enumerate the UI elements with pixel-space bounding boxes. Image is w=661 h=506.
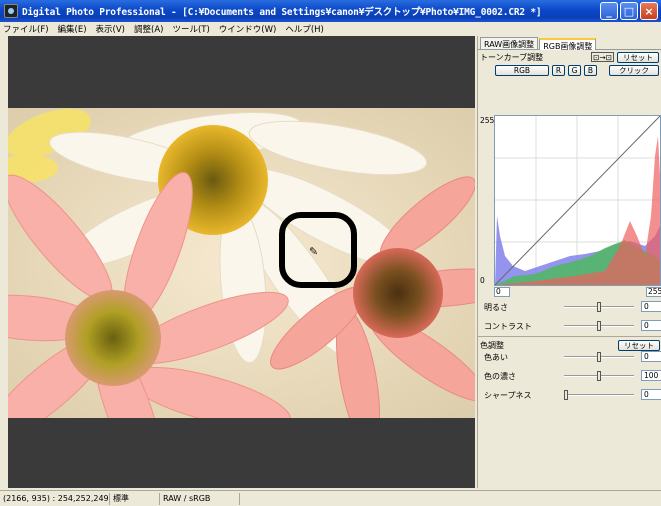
menu-file[interactable]: ファイル(F) bbox=[3, 23, 49, 35]
contrast-row: コントラスト 0 bbox=[484, 319, 661, 333]
photo-preview[interactable]: ✎ bbox=[8, 108, 475, 418]
curve-output-min-label: 0 bbox=[480, 276, 485, 285]
minimize-button[interactable]: _ bbox=[600, 2, 618, 20]
contrast-label: コントラスト bbox=[484, 321, 532, 331]
curve-copy-icon[interactable]: ⊡→⊡ bbox=[591, 52, 614, 62]
close-button[interactable]: × bbox=[640, 2, 658, 20]
flower-photo bbox=[8, 108, 475, 418]
contrast-slider[interactable] bbox=[597, 321, 601, 331]
curve-output-max-label: 255 bbox=[480, 116, 495, 125]
title-bar: Digital Photo Professional - [C:¥Documen… bbox=[0, 0, 661, 22]
tone-curve-graph[interactable] bbox=[494, 115, 661, 286]
hue-value[interactable]: 0 bbox=[641, 351, 661, 362]
tone-curve-reset-button[interactable]: リセット bbox=[617, 51, 659, 63]
app-icon bbox=[4, 4, 18, 18]
status-style: 標準 bbox=[110, 492, 160, 505]
click-white-balance-button[interactable]: クリック bbox=[609, 64, 659, 76]
sharpness-track[interactable] bbox=[564, 394, 634, 396]
menu-help[interactable]: ヘルプ(H) bbox=[285, 23, 324, 35]
section-divider bbox=[478, 336, 661, 337]
maximize-button[interactable]: □ bbox=[620, 2, 638, 20]
curve-input-max[interactable]: 255 bbox=[646, 287, 661, 297]
hue-slider[interactable] bbox=[597, 352, 601, 362]
hue-label: 色あい bbox=[484, 352, 508, 362]
channel-buttons: RGB R G B クリック bbox=[478, 64, 661, 76]
status-coordinates: (2166, 935) : 254,252,249 bbox=[0, 492, 110, 505]
color-reset-button[interactable]: リセット bbox=[618, 339, 660, 351]
tab-rgb-adjust[interactable]: RGB画像調整 bbox=[539, 38, 597, 51]
color-adjust-label: 色調整 bbox=[480, 340, 504, 350]
status-bar: (2166, 935) : 254,252,249 標準 RAW / sRGB bbox=[0, 490, 661, 506]
menu-bar: ファイル(F) 編集(E) 表示(V) 調整(A) ツール(T) ウインドウ(W… bbox=[0, 22, 661, 36]
tone-curve-header: トーンカーブ調整 ⊡→⊡ リセット bbox=[478, 51, 661, 63]
saturation-value[interactable]: 100 bbox=[641, 370, 661, 381]
palette-tabs: RAW画像調整 RGB画像調整 bbox=[478, 37, 661, 51]
channel-g-button[interactable]: G bbox=[568, 64, 581, 76]
sharpness-slider[interactable] bbox=[564, 390, 568, 400]
tool-palette: RAW画像調整 RGB画像調整 トーンカーブ調整 ⊡→⊡ リセット RGB R … bbox=[477, 36, 661, 488]
menu-view[interactable]: 表示(V) bbox=[96, 23, 125, 35]
brightness-row: 明るさ 0 bbox=[484, 300, 661, 314]
menu-adjust[interactable]: 調整(A) bbox=[134, 23, 163, 35]
saturation-label: 色の濃さ bbox=[484, 371, 516, 381]
menu-tools[interactable]: ツール(T) bbox=[172, 23, 209, 35]
tab-raw-adjust[interactable]: RAW画像調整 bbox=[480, 37, 539, 49]
tone-curve-label: トーンカーブ調整 bbox=[480, 52, 544, 62]
saturation-row: 色の濃さ 100 bbox=[484, 369, 661, 383]
channel-r-button[interactable]: R bbox=[552, 64, 565, 76]
sharpness-label: シャープネス bbox=[484, 390, 532, 400]
status-format: RAW / sRGB bbox=[160, 492, 240, 505]
sharpness-row: シャープネス 0 bbox=[484, 388, 661, 402]
eyedropper-icon: ✎ bbox=[309, 245, 319, 258]
sharpness-value[interactable]: 0 bbox=[641, 389, 661, 400]
brightness-label: 明るさ bbox=[484, 302, 508, 312]
curve-input-min[interactable]: 0 bbox=[494, 287, 510, 297]
menu-window[interactable]: ウインドウ(W) bbox=[219, 23, 277, 35]
window-title: Digital Photo Professional - [C:¥Documen… bbox=[22, 7, 542, 18]
channel-b-button[interactable]: B bbox=[584, 64, 597, 76]
channel-rgb-button[interactable]: RGB bbox=[495, 64, 549, 76]
histogram-curve bbox=[495, 116, 660, 285]
brightness-slider[interactable] bbox=[597, 302, 601, 312]
saturation-slider[interactable] bbox=[597, 371, 601, 381]
image-viewer[interactable]: ✎ bbox=[8, 36, 475, 488]
hue-row: 色あい 0 bbox=[484, 350, 661, 364]
contrast-value[interactable]: 0 bbox=[641, 320, 661, 331]
menu-edit[interactable]: 編集(E) bbox=[58, 23, 87, 35]
brightness-value[interactable]: 0 bbox=[641, 301, 661, 312]
